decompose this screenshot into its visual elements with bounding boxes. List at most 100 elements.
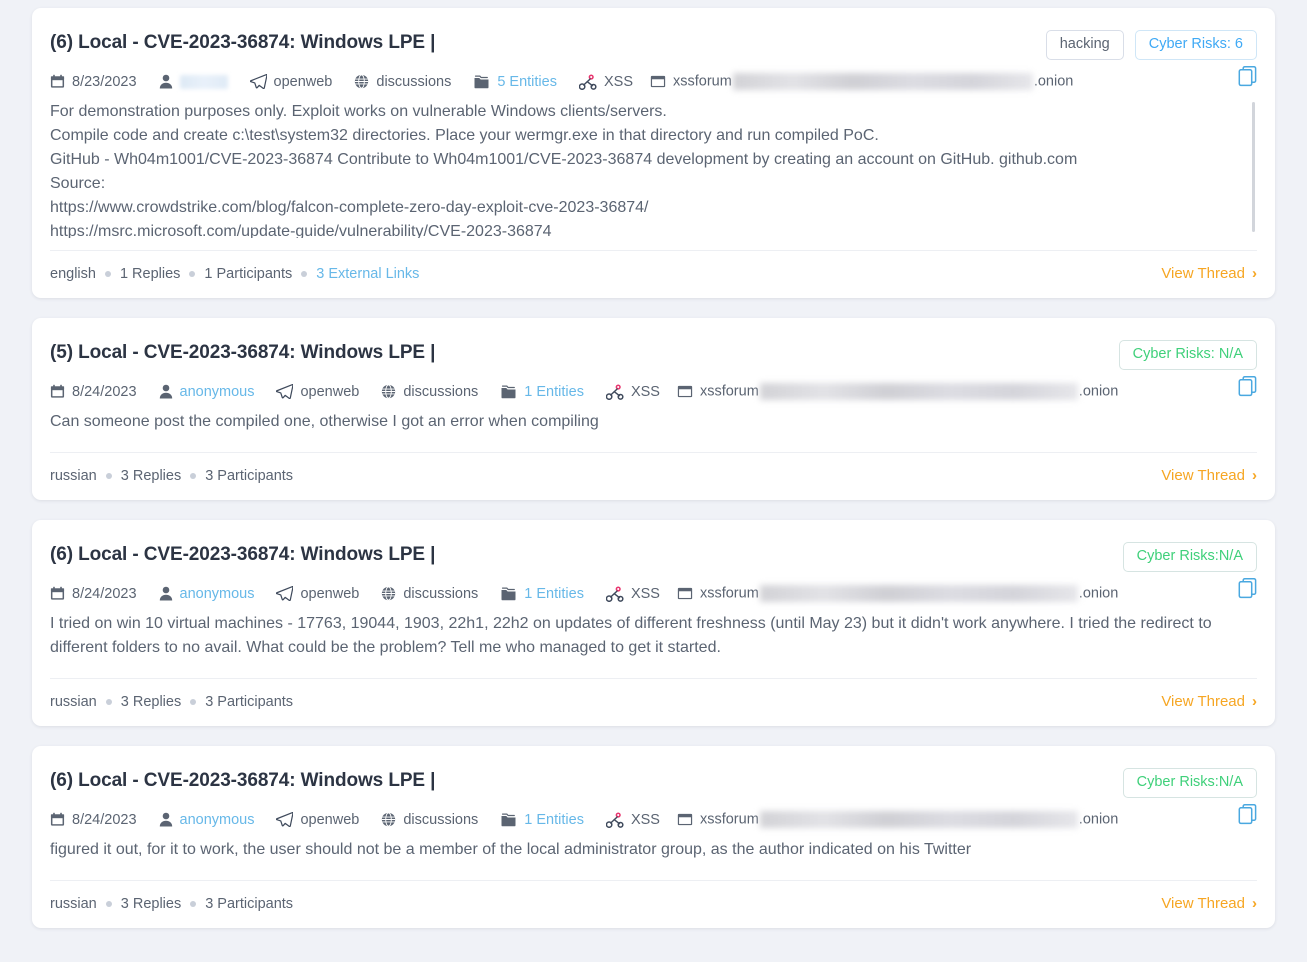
meta-author[interactable]: anonymous [159,812,255,828]
badge-group: Cyber Risks:N/A [1122,542,1257,572]
cyber-risks-badge[interactable]: Cyber Risks: 6 [1134,30,1257,60]
copy-button[interactable] [1238,577,1257,599]
redacted-url [759,585,1078,602]
author-name[interactable]: anonymous [180,586,255,602]
xss-bug-icon [578,73,597,90]
site-prefix: xssforum [673,73,732,90]
copy-button[interactable] [1238,375,1257,397]
date-text: 8/23/2023 [72,73,137,90]
meta-author[interactable]: anonymous [159,586,255,602]
view-thread-label[interactable]: View Thread [1161,693,1245,710]
entities-text[interactable]: 1 Entities [524,586,584,602]
meta-forum: XSS [605,384,660,400]
site-url-wrap: xssforum .onion [700,585,1118,602]
card-footer: russian 3 Replies 3 Participants View Threa… [50,880,1257,928]
entities-text[interactable]: 1 Entities [524,384,584,400]
site-suffix: .onion [1078,383,1119,400]
globe-icon [354,74,369,89]
meta-site-url: xssforum .onion [677,811,1118,828]
xss-bug-icon [605,811,624,828]
calendar-icon [50,812,65,827]
meta-author[interactable]: anonymous [159,384,255,400]
user-icon [159,74,173,89]
meta-entities[interactable]: 5 Entities [473,74,557,90]
meta-site-url: xssforum .onion [677,383,1118,400]
paper-plane-icon [249,73,268,90]
view-thread-button[interactable]: View Thread › [1161,895,1257,912]
meta-entities[interactable]: 1 Entities [500,812,584,828]
meta-source: openweb [249,73,333,90]
view-thread-label[interactable]: View Thread [1161,467,1245,484]
calendar-icon [50,586,65,601]
badge-group: hacking Cyber Risks: 6 [1045,30,1257,60]
language-text: english [50,265,96,282]
language-text: russian [50,467,97,484]
separator-dot [105,472,112,479]
tag-badge[interactable]: hacking [1045,30,1124,60]
chevron-right-icon: › [1252,895,1257,912]
view-thread-label[interactable]: View Thread [1161,895,1245,912]
external-links[interactable]: 3 External Links [316,266,419,282]
site-prefix: xssforum [699,383,759,400]
entities-text[interactable]: 1 Entities [524,812,584,828]
date-text: 8/24/2023 [72,585,137,602]
site-prefix: xssforum [699,811,759,828]
view-thread-button[interactable]: View Thread › [1161,265,1257,282]
result-card: (6) Local - CVE-2023-36874: Windows LPE … [32,8,1275,298]
user-icon [159,812,173,827]
metadata-row: 8/24/2023 anonymous openweb discussions 1 En… [50,798,1257,830]
paper-plane-icon [276,585,295,602]
forum-window-icon [677,385,693,398]
replies-count: 1 Replies [119,265,181,282]
meta-forum: XSS [605,585,660,602]
author-name[interactable]: anonymous [180,384,255,400]
meta-date: 8/24/2023 [50,384,137,400]
meta-author[interactable] [159,74,228,89]
redacted-author [179,74,228,89]
separator-dot [105,900,112,907]
card-header: (6) Local - CVE-2023-36874: Windows LPE … [50,8,1257,60]
card-body: For demonstration purposes only. Exploit… [50,92,1257,238]
body-scrollbar[interactable] [1252,102,1255,232]
chevron-right-icon: › [1252,265,1257,282]
card-title: (6) Local - CVE-2023-36874: Windows LPE … [50,770,436,791]
meta-date: 8/24/2023 [50,586,137,602]
meta-source: openweb [276,586,359,602]
participants-count: 3 Participants [205,693,294,710]
forum-window-icon [677,587,693,600]
meta-date: 8/23/2023 [50,74,137,90]
participants-count: 3 Participants [205,895,294,912]
view-thread-label[interactable]: View Thread [1161,265,1245,282]
footer-meta: russian 3 Replies 3 Participants [50,896,293,912]
meta-entities[interactable]: 1 Entities [500,586,584,602]
cyber-risks-badge[interactable]: Cyber Risks:N/A [1122,768,1257,798]
card-footer: english 1 Replies 1 Participants 3 External… [50,250,1257,298]
cyber-risks-badge[interactable]: Cyber Risks: N/A [1118,340,1257,370]
result-card: (5) Local - CVE-2023-36874: Windows LPE … [32,318,1275,500]
metadata-row: 8/23/2023 openweb discussions 5 Entities XSS… [50,60,1257,92]
footer-meta: english 1 Replies 1 Participants 3 External… [50,266,419,282]
body-text: figured it out, for it to work, the user… [50,841,972,858]
copy-button[interactable] [1238,803,1257,825]
author-name[interactable]: anonymous [180,812,255,828]
copy-button[interactable] [1238,65,1257,87]
meta-forum: XSS [578,73,633,90]
folder-icon [500,385,517,399]
category-text: discussions [403,383,479,400]
calendar-icon [50,74,65,89]
view-thread-button[interactable]: View Thread › [1161,467,1257,484]
card-footer: russian 3 Replies 3 Participants View Threa… [50,678,1257,726]
meta-forum: XSS [605,811,660,828]
forum-text: XSS [603,73,633,90]
metadata-row: 8/24/2023 anonymous openweb discussions 1 En… [50,572,1257,604]
source-text: openweb [273,73,333,90]
site-suffix: .onion [1078,585,1119,602]
separator-dot [190,472,197,479]
cyber-risks-badge[interactable]: Cyber Risks:N/A [1122,542,1257,572]
view-thread-button[interactable]: View Thread › [1161,693,1257,710]
xss-bug-icon [605,585,624,602]
site-prefix: xssforum [699,585,759,602]
entities-text[interactable]: 5 Entities [497,74,557,90]
meta-entities[interactable]: 1 Entities [500,384,584,400]
site-suffix: .onion [1078,811,1119,828]
